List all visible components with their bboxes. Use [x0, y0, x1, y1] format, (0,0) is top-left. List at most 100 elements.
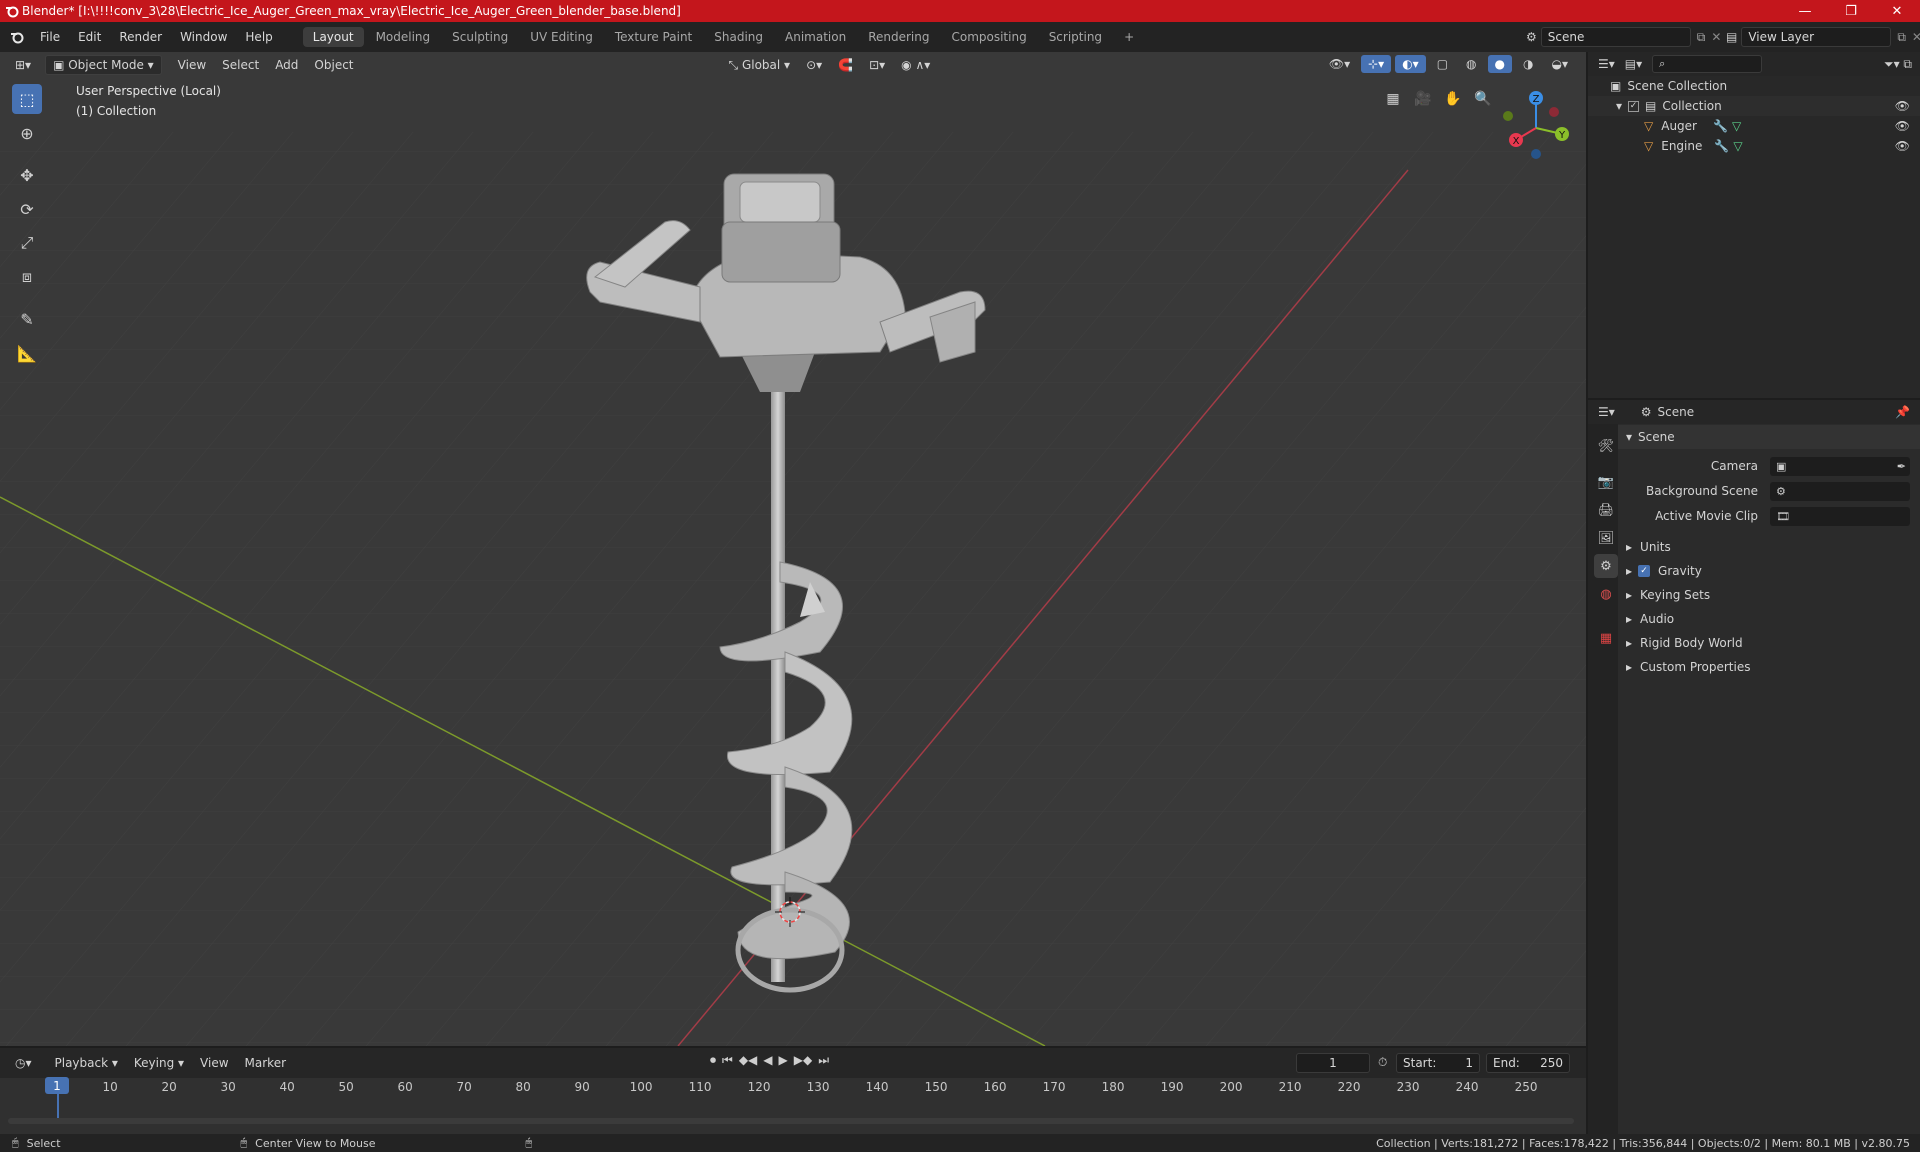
record-button[interactable]: ⏺ [710, 1053, 716, 1068]
expand-arrow-icon[interactable]: ▾ [1616, 99, 1622, 113]
solid-shading-icon[interactable]: ● [1487, 55, 1513, 73]
maximize-button[interactable]: ❐ [1828, 0, 1874, 22]
timeline-view-menu[interactable]: View [193, 1054, 235, 1072]
outliner-search-input[interactable]: ⌕ [1652, 55, 1763, 73]
select-box-tool-icon[interactable]: ⬚ [12, 84, 42, 114]
pan-view-icon[interactable]: ✋ [1440, 86, 1466, 112]
pin-icon[interactable]: 📌 [1895, 405, 1910, 419]
filter-icon[interactable]: ⏷▾ ⧉ [1884, 57, 1912, 72]
keying-menu[interactable]: Keying ▾ [127, 1054, 191, 1072]
minimize-button[interactable]: — [1782, 0, 1828, 22]
close-button[interactable]: ✕ [1874, 0, 1920, 22]
mesh-data-icon[interactable]: ▽ [1732, 119, 1741, 133]
jump-end-button[interactable]: ⏭ [818, 1053, 829, 1068]
menu-edit[interactable]: Edit [69, 30, 110, 44]
playback-menu[interactable]: Playback ▾ [48, 1054, 125, 1072]
display-mode-icon[interactable]: ▤▾ [1625, 57, 1642, 71]
mode-selector[interactable]: ▣ Object Mode ▾ [45, 55, 162, 75]
remove-view-layer-icon[interactable]: ✕ [1912, 30, 1920, 44]
measure-tool-icon[interactable]: 📐 [12, 338, 42, 368]
marker-menu[interactable]: Marker [238, 1054, 293, 1072]
background-scene-field[interactable]: ⚙ [1770, 482, 1910, 501]
play-button[interactable]: ▶ [779, 1053, 788, 1068]
timeline-editor-type-icon[interactable]: ◷▾ [8, 1054, 39, 1072]
menu-file[interactable]: File [31, 30, 69, 44]
material-shading-icon[interactable]: ◑ [1516, 55, 1540, 73]
modifier-icon[interactable]: 🔧 [1714, 139, 1729, 153]
end-frame-field[interactable]: End: 250 [1486, 1053, 1570, 1073]
rotate-tool-icon[interactable]: ⟳ [12, 194, 42, 224]
zoom-view-icon[interactable]: 🔍 [1470, 86, 1496, 112]
gravity-panel-header[interactable]: ▸ ✓ Gravity [1618, 559, 1920, 583]
outliner-item-engine[interactable]: ▽ Engine 🔧 ▽ 👁 [1588, 136, 1920, 156]
prev-keyframe-button[interactable]: ◆◀ [739, 1053, 757, 1068]
overlay-toggle-icon[interactable]: ◐▾ [1395, 55, 1426, 73]
collection-checkbox[interactable]: ✓ [1628, 100, 1640, 112]
mesh-data-icon[interactable]: ▽ [1733, 139, 1742, 153]
scene-panel-header[interactable]: ▾ Scene [1618, 425, 1920, 449]
start-frame-field[interactable]: Start: 1 [1396, 1053, 1480, 1073]
units-panel-header[interactable]: ▸ Units [1618, 535, 1920, 559]
tab-compositing[interactable]: Compositing [941, 27, 1036, 47]
editor-type-icon[interactable]: ⊞▾ [8, 56, 38, 74]
xray-icon[interactable]: ▢ [1430, 55, 1455, 73]
rendered-shading-icon[interactable]: ◒▾ [1545, 55, 1576, 73]
scene-properties-tab-icon[interactable]: ⚙ [1594, 554, 1618, 578]
visibility-icon[interactable]: 👁▾ [1322, 55, 1357, 73]
texture-properties-tab-icon[interactable]: ▦ [1594, 626, 1618, 650]
audio-panel-header[interactable]: ▸ Audio [1618, 607, 1920, 631]
collection-visibility-icon[interactable]: 👁 [1895, 99, 1910, 113]
timeline-scrollbar[interactable] [8, 1118, 1574, 1124]
camera-view-icon[interactable]: 🎥 [1410, 86, 1436, 112]
menu-render[interactable]: Render [110, 30, 171, 44]
menu-help[interactable]: Help [236, 30, 281, 44]
outliner-item-auger[interactable]: ▽ Auger 🔧 ▽ 👁 [1588, 116, 1920, 136]
collection-row[interactable]: ▾ ✓ ▤ Collection 👁 [1588, 96, 1920, 116]
new-view-layer-icon[interactable]: ⧉ [1897, 30, 1906, 45]
jump-start-button[interactable]: ⏮ [722, 1053, 733, 1068]
play-reverse-button[interactable]: ◀ [763, 1053, 772, 1068]
render-properties-tab-icon[interactable]: 📷 [1594, 470, 1618, 494]
menu-view[interactable]: View [171, 56, 213, 74]
add-workspace-button[interactable]: + [1114, 27, 1144, 47]
tab-rendering[interactable]: Rendering [858, 27, 939, 47]
outliner-editor-type-icon[interactable]: ☰▾ [1598, 57, 1615, 71]
transform-tool-icon[interactable]: ⧈ [12, 262, 42, 292]
proportional-edit-icon[interactable]: ◉ ∧▾ [894, 56, 937, 74]
new-scene-icon[interactable]: ⧉ [1697, 30, 1706, 45]
menu-select[interactable]: Select [215, 56, 266, 74]
tool-properties-tab-icon[interactable]: 🛠 [1594, 434, 1618, 458]
scene-collection-row[interactable]: ▣ Scene Collection [1588, 76, 1920, 96]
rigid-body-world-panel-header[interactable]: ▸ Rigid Body World [1618, 631, 1920, 655]
snap-icon[interactable]: 🧲 [831, 56, 860, 74]
menu-object[interactable]: Object [307, 56, 360, 74]
snap-target-icon[interactable]: ⊡▾ [862, 56, 892, 74]
tab-texture-paint[interactable]: Texture Paint [605, 27, 702, 47]
tab-shading[interactable]: Shading [704, 27, 773, 47]
navigation-gizmo[interactable]: Z Y X [1496, 86, 1576, 162]
next-keyframe-button[interactable]: ▶◆ [794, 1053, 812, 1068]
scene-selector[interactable]: Scene [1540, 27, 1691, 47]
custom-properties-panel-header[interactable]: ▸ Custom Properties [1618, 655, 1920, 679]
modifier-icon[interactable]: 🔧 [1713, 119, 1728, 133]
tab-sculpting[interactable]: Sculpting [442, 27, 518, 47]
camera-field[interactable]: ▣ ✒ [1770, 457, 1910, 476]
world-properties-tab-icon[interactable]: ◍ [1594, 582, 1618, 606]
tab-modeling[interactable]: Modeling [366, 27, 441, 47]
output-properties-tab-icon[interactable]: 🖨 [1594, 498, 1618, 522]
active-movie-clip-field[interactable]: 🎞 [1770, 507, 1910, 526]
scale-tool-icon[interactable]: ⤢ [12, 228, 42, 258]
gravity-checkbox[interactable]: ✓ [1638, 565, 1651, 577]
toggle-perspective-icon[interactable]: ▦ [1380, 86, 1406, 112]
move-tool-icon[interactable]: ✥ [12, 160, 42, 190]
orientation-selector[interactable]: ⤡ Global ▾ [722, 56, 798, 75]
current-frame-field[interactable]: 1 [1296, 1053, 1370, 1073]
auger-visibility-icon[interactable]: 👁 [1895, 119, 1910, 133]
tab-animation[interactable]: Animation [775, 27, 856, 47]
tab-uv-editing[interactable]: UV Editing [520, 27, 603, 47]
3d-viewport[interactable] [0, 52, 1586, 1046]
pivot-icon[interactable]: ⊙▾ [799, 56, 829, 74]
properties-editor-type-icon[interactable]: ☰▾ [1598, 405, 1615, 419]
menu-add[interactable]: Add [268, 56, 305, 74]
menu-window[interactable]: Window [171, 30, 236, 44]
